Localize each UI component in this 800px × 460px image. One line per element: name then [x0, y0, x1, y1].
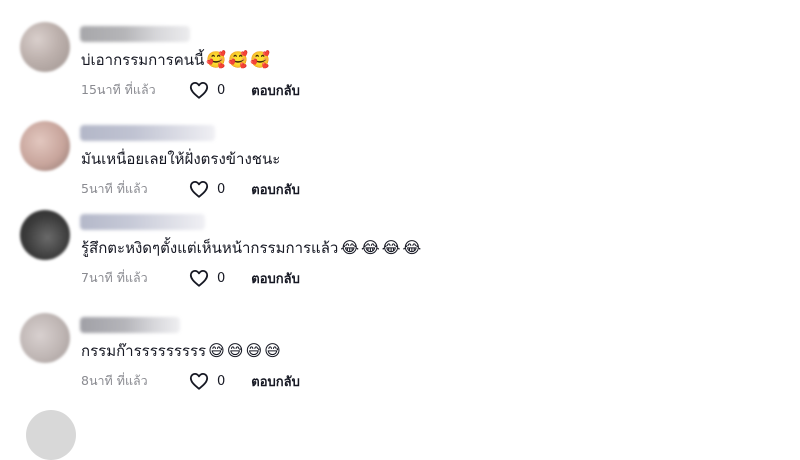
emoji: 😂	[381, 238, 401, 257]
emoji: 🥰	[250, 50, 271, 69]
like-button[interactable]: 0	[189, 269, 225, 287]
emoji: 😂	[340, 238, 360, 257]
comment-text: มันเหนื่อยเลยให้ฝั่งตรงข้างชนะ	[81, 149, 280, 169]
avatar[interactable]	[20, 22, 70, 72]
comment-item: มันเหนื่อยเลยให้ฝั่งตรงข้างชนะ 5นาที ที่…	[0, 121, 800, 217]
like-button[interactable]: 0	[189, 180, 225, 198]
emoji: 😂	[361, 238, 380, 257]
comment-text: กรรมก๊ารรรรรรรรร 😅 😅 😅 😅	[81, 341, 281, 361]
comment-text: บ่เอากรรมการคนนี้ 🥰 🥰 🥰	[81, 50, 270, 70]
comment-body: กรรมก๊ารรรรรรรรร	[81, 342, 207, 360]
heart-outline-icon[interactable]	[189, 372, 209, 390]
emoji: 😅	[208, 341, 225, 360]
reply-button[interactable]: ตอบกลับ	[251, 371, 300, 392]
avatar[interactable]	[20, 313, 70, 363]
comment-item: บ่เอากรรมการคนนี้ 🥰 🥰 🥰 15นาที ที่แล้ว 0…	[0, 22, 800, 118]
like-count: 0	[217, 270, 226, 286]
emoji: 😅	[245, 341, 263, 360]
avatar[interactable]	[26, 410, 76, 460]
comment-meta: 8นาที ที่แล้ว 0 ตอบกลับ	[81, 371, 300, 391]
username[interactable]	[80, 214, 205, 230]
username[interactable]	[80, 26, 190, 42]
reply-button[interactable]: ตอบกลับ	[251, 80, 300, 101]
like-count: 0	[217, 82, 226, 98]
comment-time: 8นาที ที่แล้ว	[81, 373, 148, 388]
comment-time: 15นาที ที่แล้ว	[81, 82, 156, 97]
username[interactable]	[80, 125, 215, 141]
comment-body: รู้สึกตะหงิดๆตั้งแต่เห็นหน้ากรรมการแล้ว	[81, 239, 339, 257]
comment-meta: 7นาที ที่แล้ว 0 ตอบกลับ	[81, 268, 300, 288]
comment-item: รู้สึกตะหงิดๆตั้งแต่เห็นหน้ากรรมการแล้ว …	[0, 210, 800, 306]
like-count: 0	[217, 181, 226, 197]
reply-button[interactable]: ตอบกลับ	[251, 268, 300, 289]
comment-time: 7นาที ที่แล้ว	[81, 270, 148, 285]
heart-outline-icon[interactable]	[189, 180, 209, 198]
like-button[interactable]: 0	[189, 372, 225, 390]
emoji: 😂	[402, 238, 422, 257]
emoji: 😅	[264, 341, 281, 360]
comment-time: 5นาที ที่แล้ว	[81, 181, 148, 196]
heart-outline-icon[interactable]	[189, 269, 209, 287]
username[interactable]	[80, 317, 180, 333]
heart-outline-icon[interactable]	[189, 81, 209, 99]
emoji: 🥰	[206, 50, 227, 69]
avatar[interactable]	[20, 121, 70, 171]
comment-meta: 5นาที ที่แล้ว 0 ตอบกลับ	[81, 179, 300, 199]
like-count: 0	[217, 373, 226, 389]
reply-button[interactable]: ตอบกลับ	[251, 179, 300, 200]
comment-text: รู้สึกตะหงิดๆตั้งแต่เห็นหน้ากรรมการแล้ว …	[81, 238, 421, 258]
comment-item: กรรมก๊ารรรรรรรรร 😅 😅 😅 😅 8นาที ที่แล้ว 0…	[0, 313, 800, 409]
like-button[interactable]: 0	[189, 81, 225, 99]
comment-body: บ่เอากรรมการคนนี้	[81, 51, 205, 69]
avatar[interactable]	[20, 210, 70, 260]
emoji: 😅	[226, 341, 244, 360]
emoji: 🥰	[228, 50, 249, 69]
comment-body: มันเหนื่อยเลยให้ฝั่งตรงข้างชนะ	[81, 150, 281, 168]
comment-meta: 15นาที ที่แล้ว 0 ตอบกลับ	[81, 80, 300, 100]
